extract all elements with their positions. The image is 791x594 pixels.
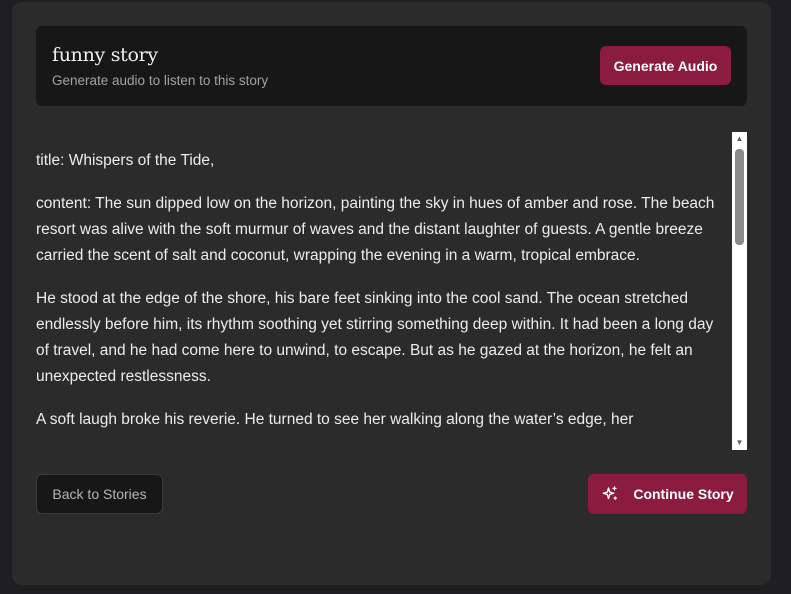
continue-story-button[interactable]: Continue Story — [588, 474, 747, 514]
story-paragraph: title: Whispers of the Tide, — [36, 152, 215, 169]
scroll-thumb[interactable] — [735, 149, 744, 245]
story-content-area[interactable]: title: Whispers of the Tide, content: Th… — [36, 130, 747, 450]
generate-audio-button[interactable]: Generate Audio — [600, 46, 731, 85]
story-paragraph: He stood at the edge of the shore, his b… — [36, 290, 714, 385]
content-scrollbar[interactable]: ▲ ▼ — [732, 132, 747, 450]
scroll-down-arrow-icon[interactable]: ▼ — [732, 436, 747, 450]
story-header: funny story Generate audio to listen to … — [36, 26, 747, 106]
page-subtitle: Generate audio to listen to this story — [52, 73, 269, 88]
page-title: funny story — [52, 44, 158, 66]
story-text: title: Whispers of the Tide, content: Th… — [36, 130, 726, 450]
sparkles-icon — [602, 486, 618, 500]
story-paragraph: A soft laugh broke his reverie. He turne… — [36, 411, 634, 428]
story-card: funny story Generate audio to listen to … — [12, 2, 771, 585]
story-paragraph: content: The sun dipped low on the horiz… — [36, 195, 715, 264]
continue-story-label: Continue Story — [633, 486, 734, 502]
scroll-up-arrow-icon[interactable]: ▲ — [732, 132, 747, 146]
back-to-stories-button[interactable]: Back to Stories — [36, 474, 163, 514]
